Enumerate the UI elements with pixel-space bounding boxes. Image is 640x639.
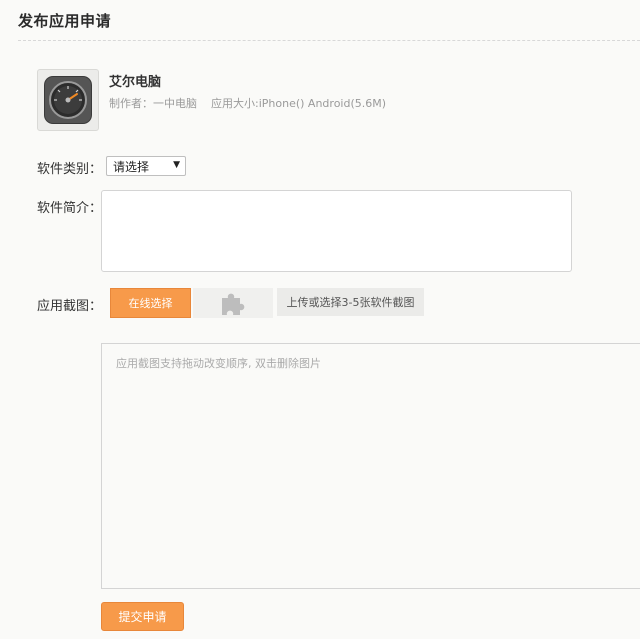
category-label: 软件类别：	[37, 162, 103, 177]
category-select-value: 请选择	[113, 159, 150, 174]
screenshots-dropzone[interactable]	[101, 343, 640, 589]
author-label: 制作者：	[109, 97, 153, 110]
title-divider	[18, 40, 640, 41]
description-label: 软件简介：	[37, 201, 103, 216]
app-name: 艾尔电脑	[109, 75, 162, 90]
description-textarea[interactable]	[101, 190, 572, 272]
author-value: 一中电脑	[153, 97, 197, 110]
puzzle-piece-icon	[222, 293, 245, 315]
size-label: 应用大小:	[211, 97, 259, 110]
dropdown-arrow-icon: ▼	[173, 160, 180, 170]
category-select[interactable]: 请选择 ▼	[106, 156, 186, 176]
page-title: 发布应用申请	[18, 12, 112, 30]
online-select-button[interactable]: 在线选择	[110, 288, 191, 318]
app-meta: 制作者：一中电脑 应用大小:iPhone() Android(5.6M)	[109, 95, 386, 111]
submit-button[interactable]: 提交申请	[101, 602, 184, 631]
speedometer-icon	[44, 76, 92, 124]
size-value: iPhone() Android(5.6M)	[258, 97, 387, 110]
dropzone-hint: 应用截图支持拖动改变顺序, 双击删除图片	[116, 357, 321, 370]
app-icon-frame	[37, 69, 99, 131]
upload-hint: 上传或选择3-5张软件截图	[277, 288, 424, 316]
screenshots-label: 应用截图：	[37, 299, 103, 314]
upload-plugin-button[interactable]	[193, 288, 273, 318]
